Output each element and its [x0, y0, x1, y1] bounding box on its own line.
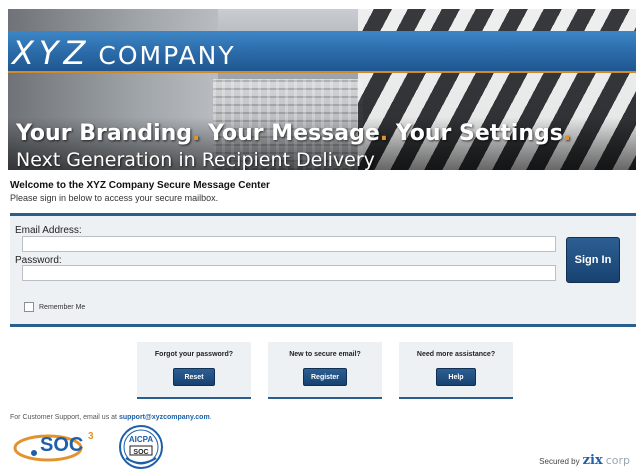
- support-text: For Customer Support, email us at suppor…: [10, 414, 212, 421]
- soc-logo-text: SOC: [40, 434, 83, 456]
- assistance-question: Need more assistance?: [416, 351, 496, 358]
- forgot-password-box: Forgot your password? Reset: [137, 342, 251, 399]
- company-logo-xyz: XYZ: [12, 34, 91, 72]
- welcome-title: Welcome to the XYZ Company Secure Messag…: [10, 180, 270, 191]
- password-field[interactable]: [22, 265, 556, 281]
- aicpa-seal-soc-text: SOC: [133, 449, 148, 456]
- banner-subtitle: Next Generation in Recipient Delivery: [16, 149, 375, 170]
- header-banner: XYZ COMPANY Your Branding. Your Message. …: [8, 9, 636, 170]
- remember-me-checkbox[interactable]: [24, 302, 34, 312]
- help-box: Need more assistance? Help: [399, 342, 513, 399]
- soc3-logo: SOC 3: [13, 431, 94, 462]
- register-box: New to secure email? Register: [268, 342, 382, 399]
- secured-by-label: Secured by: [539, 457, 580, 466]
- help-button[interactable]: Help: [436, 368, 476, 386]
- tagline-message: Your Message: [208, 121, 380, 146]
- company-logo: XYZ COMPANY: [12, 34, 236, 72]
- banner-tagline: Your Branding. Your Message. Your Settin…: [16, 121, 571, 146]
- support-suffix: .: [209, 414, 212, 421]
- new-user-question: New to secure email?: [289, 351, 361, 358]
- forgot-password-question: Forgot your password?: [154, 351, 234, 358]
- corp-logo-text: corp: [605, 454, 630, 467]
- remember-me[interactable]: Remember Me: [24, 302, 85, 312]
- email-label: Email Address:: [15, 225, 82, 236]
- reset-button[interactable]: Reset: [173, 368, 215, 386]
- tagline-settings: Your Settings: [395, 121, 563, 146]
- tagline-separator: .: [192, 121, 201, 146]
- secured-by-zixcorp: Secured by zix corp: [539, 453, 630, 468]
- support-email-link[interactable]: support@xyzcompany.com: [119, 414, 210, 421]
- company-logo-word: COMPANY: [98, 41, 236, 70]
- tagline-separator: .: [562, 121, 572, 146]
- sign-in-button[interactable]: Sign In: [566, 237, 620, 283]
- email-field[interactable]: [22, 236, 556, 252]
- zix-logo-text: zix: [582, 453, 603, 468]
- soc-logo-superscript: 3: [88, 431, 94, 442]
- tagline-branding: Your Branding: [16, 121, 193, 146]
- aicpa-seal-text: AICPA: [129, 435, 154, 444]
- aicpa-soc-seal: AICPA SOC: [119, 425, 163, 469]
- register-button[interactable]: Register: [303, 368, 347, 386]
- welcome-subtitle: Please sign in below to access your secu…: [10, 193, 219, 203]
- remember-me-label: Remember Me: [39, 303, 86, 311]
- tagline-separator: .: [379, 121, 389, 146]
- login-panel: Email Address: Password: Sign In Remembe…: [10, 213, 636, 327]
- support-prefix: For Customer Support, email us at: [10, 414, 117, 421]
